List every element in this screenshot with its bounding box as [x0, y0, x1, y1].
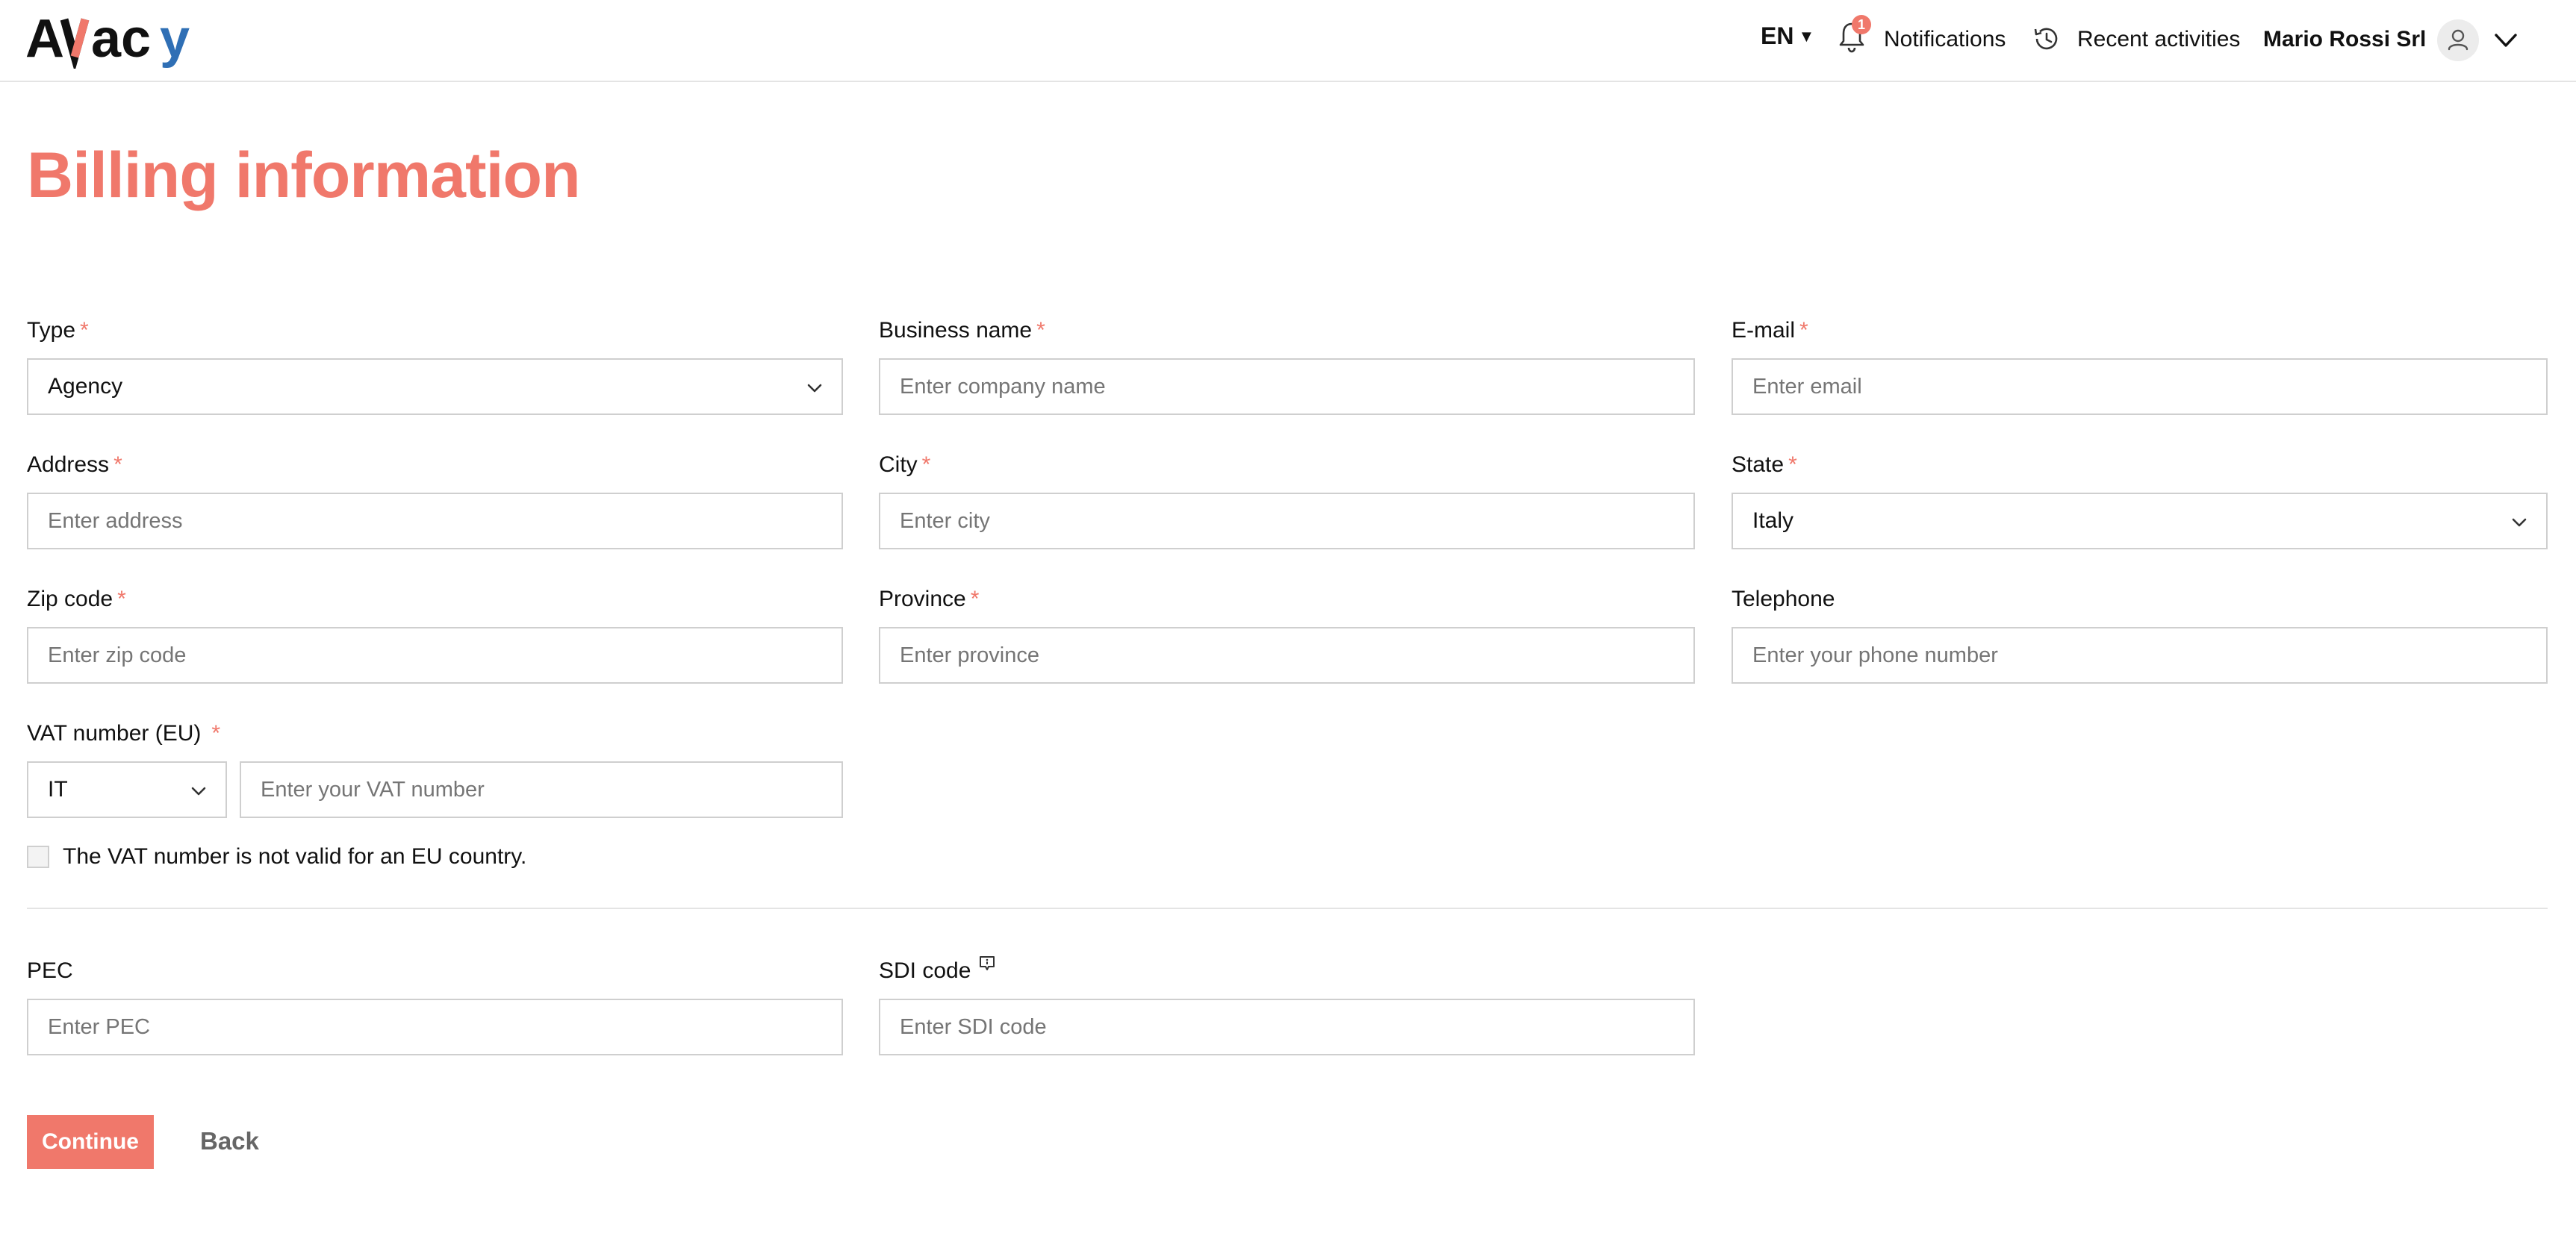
- chevron-down-icon: [2512, 518, 2527, 527]
- city-label-text: City: [879, 452, 918, 477]
- required-mark: *: [1788, 452, 1797, 477]
- vat-label: VAT number (EU) *: [27, 721, 220, 746]
- page-title: Billing information: [27, 140, 581, 211]
- telephone-label: Telephone: [1732, 587, 1835, 612]
- province-input[interactable]: Enter province: [879, 627, 1695, 684]
- user-icon: [2448, 29, 2468, 51]
- required-mark: *: [211, 721, 221, 746]
- type-value: Agency: [48, 374, 123, 399]
- language-code: EN: [1761, 22, 1794, 49]
- required-mark: *: [970, 587, 980, 611]
- zip-code-input[interactable]: Enter zip code: [27, 627, 843, 684]
- required-mark: *: [1799, 318, 1808, 343]
- province-label: Province *: [879, 587, 979, 612]
- notifications-link[interactable]: Notifications: [1884, 27, 2006, 52]
- required-mark: *: [117, 587, 126, 611]
- zip-label: Zip code *: [27, 587, 126, 612]
- vat-country-select[interactable]: IT: [27, 761, 227, 818]
- language-selector[interactable]: EN ▼: [1761, 22, 1814, 50]
- address-input[interactable]: Enter address: [27, 493, 843, 549]
- city-input[interactable]: Enter city: [879, 493, 1695, 549]
- vat-not-eu-checkbox-label[interactable]: The VAT number is not valid for an EU co…: [63, 844, 526, 870]
- vat-not-eu-checkbox[interactable]: [27, 846, 49, 868]
- telephone-placeholder: Enter your phone number: [1752, 643, 1998, 667]
- required-mark: *: [921, 452, 931, 477]
- chevron-down-icon: [807, 384, 822, 393]
- address-label: Address *: [27, 452, 122, 478]
- recent-activities-link[interactable]: Recent activities: [2077, 27, 2240, 52]
- required-mark: *: [80, 318, 89, 343]
- type-select[interactable]: Agency: [27, 358, 843, 415]
- state-label-text: State: [1732, 452, 1785, 477]
- billing-page: A ac y EN ▼ 1 Notifications Recent activ…: [0, 0, 2576, 1245]
- svg-text:ac: ac: [91, 9, 151, 69]
- required-mark: *: [1036, 318, 1045, 343]
- zip-placeholder: Enter zip code: [48, 643, 187, 667]
- chevron-down-icon[interactable]: [2492, 27, 2519, 54]
- type-label-text: Type: [27, 318, 76, 343]
- address-placeholder: Enter address: [48, 508, 183, 533]
- section-divider: [27, 908, 2548, 909]
- required-mark: *: [113, 452, 122, 477]
- city-placeholder: Enter city: [900, 508, 990, 533]
- type-label: Type *: [27, 318, 89, 343]
- vat-number-input[interactable]: Enter your VAT number: [240, 761, 843, 818]
- sdi-label-text: SDI code: [879, 958, 971, 983]
- sdi-placeholder: Enter SDI code: [900, 1014, 1047, 1039]
- chevron-down-icon: [191, 787, 206, 796]
- city-label: City *: [879, 452, 930, 478]
- address-label-text: Address: [27, 452, 110, 477]
- email-label-text: E-mail: [1732, 318, 1796, 343]
- state-label: State *: [1732, 452, 1797, 478]
- notification-count-badge: 1: [1852, 15, 1871, 34]
- svg-text:A: A: [25, 9, 64, 69]
- email-input[interactable]: Enter email: [1732, 358, 2548, 415]
- email-placeholder: Enter email: [1752, 374, 1862, 399]
- back-button[interactable]: Back: [200, 1127, 259, 1155]
- pec-placeholder: Enter PEC: [48, 1014, 150, 1039]
- business-name-label-text: Business name: [879, 318, 1033, 343]
- vat-country-value: IT: [48, 777, 68, 802]
- svg-text:y: y: [160, 9, 190, 69]
- state-select[interactable]: Italy: [1732, 493, 2548, 549]
- telephone-input[interactable]: Enter your phone number: [1732, 627, 2548, 684]
- vat-label-text: VAT number (EU): [27, 721, 202, 746]
- caret-down-icon: ▼: [1798, 26, 1815, 46]
- history-icon[interactable]: [2031, 24, 2061, 54]
- info-tooltip-icon[interactable]: [978, 955, 996, 973]
- telephone-label-text: Telephone: [1732, 587, 1835, 611]
- avacy-logo[interactable]: A ac y: [25, 9, 205, 69]
- top-navigation-bar: A ac y EN ▼ 1 Notifications Recent activ…: [0, 0, 2576, 82]
- pec-input[interactable]: Enter PEC: [27, 999, 843, 1055]
- pec-label: PEC: [27, 958, 73, 984]
- user-name: Mario Rossi Srl: [2263, 27, 2427, 52]
- state-value: Italy: [1752, 508, 1794, 533]
- province-placeholder: Enter province: [900, 643, 1039, 667]
- zip-label-text: Zip code: [27, 587, 113, 611]
- province-label-text: Province: [879, 587, 966, 611]
- business-name-placeholder: Enter company name: [900, 374, 1106, 399]
- business-name-label: Business name *: [879, 318, 1045, 343]
- email-label: E-mail *: [1732, 318, 1808, 343]
- pec-label-text: PEC: [27, 958, 73, 983]
- continue-button[interactable]: Continue: [27, 1115, 154, 1169]
- vat-placeholder: Enter your VAT number: [261, 777, 485, 802]
- sdi-code-input[interactable]: Enter SDI code: [879, 999, 1695, 1055]
- sdi-label: SDI code: [879, 958, 971, 984]
- business-name-input[interactable]: Enter company name: [879, 358, 1695, 415]
- avatar[interactable]: [2437, 19, 2479, 61]
